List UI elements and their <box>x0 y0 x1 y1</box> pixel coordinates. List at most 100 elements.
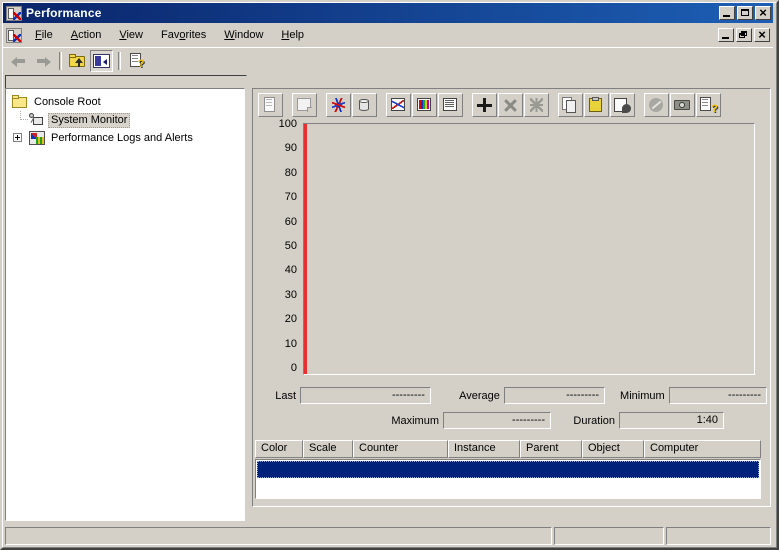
camera-icon <box>674 97 691 113</box>
copy-properties-button[interactable] <box>558 93 583 117</box>
perf-help-button[interactable] <box>696 93 721 117</box>
window-minimize-button[interactable] <box>719 6 735 20</box>
system-monitor-icon <box>28 112 46 128</box>
legend-column-header[interactable]: Object <box>582 440 644 458</box>
y-axis-tick: 30 <box>284 288 297 301</box>
view-report-button[interactable] <box>438 93 463 117</box>
tree-item-system-monitor[interactable]: System Monitor <box>11 111 244 129</box>
menu-file[interactable]: File <box>26 27 62 43</box>
window-caption-buttons <box>719 5 771 20</box>
forward-button[interactable] <box>31 50 54 72</box>
console-tree-pane[interactable]: Console Root System Monitor Performance … <box>5 88 245 521</box>
copy-icon <box>562 97 579 113</box>
properties-icon <box>614 97 631 113</box>
window-title: Performance <box>26 6 102 20</box>
window-close-button[interactable] <box>755 5 771 20</box>
workspace: Console Root System Monitor Performance … <box>5 75 771 525</box>
paste-counter-list-button[interactable] <box>584 93 609 117</box>
graph-plot-area[interactable] <box>303 123 755 375</box>
legend-column-header[interactable]: Color <box>255 440 303 458</box>
toolbar-separator-1 <box>59 51 62 70</box>
performance-monitor-window: Performance File Action View Favorites W… <box>0 0 779 550</box>
mmc-child-icon[interactable] <box>6 27 22 43</box>
freeze-display-button[interactable] <box>644 93 669 117</box>
new-counter-set-icon <box>262 97 279 113</box>
graph-plot-inner <box>304 124 754 374</box>
legend-body[interactable] <box>255 459 761 499</box>
legend-column-header[interactable]: Parent <box>520 440 582 458</box>
child-close-button[interactable] <box>754 27 770 42</box>
show-hide-console-tree-button[interactable] <box>90 49 113 72</box>
add-counters-button[interactable] <box>472 93 497 117</box>
up-one-level-button[interactable] <box>66 50 89 72</box>
menu-bar: File Action View Favorites Window Help <box>3 24 773 46</box>
system-monitor-toolbar <box>255 91 767 119</box>
view-current-activity-button[interactable] <box>326 93 351 117</box>
statistics-row-1: Last --------- Average --------- Minimum… <box>255 386 767 405</box>
y-axis-tick: 20 <box>284 313 297 326</box>
menu-favorites[interactable]: Favorites <box>152 27 215 43</box>
menu-file-label-rest: ile <box>41 29 53 41</box>
new-counter-set-button[interactable] <box>258 93 283 117</box>
tree-line-horizontal <box>21 119 28 120</box>
y-axis-tick: 0 <box>290 362 297 374</box>
legend-counter-row[interactable] <box>257 461 759 478</box>
delete-counter-button[interactable] <box>498 93 523 117</box>
mmc-console-icon <box>6 5 22 21</box>
performance-graph: 100 90 80 70 60 50 40 30 20 10 0 <box>255 118 767 384</box>
highlight-icon <box>528 97 545 113</box>
menu-items: File Action View Favorites Window Help <box>26 27 313 43</box>
view-graph-icon <box>390 97 407 113</box>
legend-column-header[interactable]: Computer <box>644 440 761 458</box>
view-report-icon <box>442 97 459 113</box>
menu-help[interactable]: Help <box>272 27 313 43</box>
console-tree-list: Console Root System Monitor Performance … <box>6 89 244 147</box>
last-label: Last <box>275 389 296 402</box>
perf-toolbar-gap-3 <box>378 95 386 115</box>
menu-view-label-rest: iew <box>126 29 143 41</box>
tree-item-console-root[interactable]: Console Root <box>11 93 244 111</box>
legend-column-header[interactable]: Instance <box>448 440 520 458</box>
y-axis-tick: 100 <box>278 118 297 130</box>
tree-item-performance-logs-and-alerts[interactable]: Performance Logs and Alerts <box>11 129 244 147</box>
perf-toolbar-gap-2 <box>318 95 326 115</box>
clear-display-icon <box>296 97 313 113</box>
tree-item-label: Console Root <box>34 95 101 108</box>
update-data-button[interactable] <box>670 93 695 117</box>
status-pane-main <box>5 527 552 545</box>
duration-label: Duration <box>573 414 615 427</box>
arrow-left-icon <box>10 55 27 67</box>
properties-button[interactable] <box>610 93 635 117</box>
menu-action[interactable]: Action <box>62 27 111 43</box>
statistics-row-2: Maximum --------- Duration 1:40 <box>255 411 767 430</box>
view-graph-button[interactable] <box>386 93 411 117</box>
highlight-button[interactable] <box>524 93 549 117</box>
child-restore-button[interactable] <box>736 28 752 42</box>
tree-indent <box>11 111 28 129</box>
clear-display-button[interactable] <box>292 93 317 117</box>
legend-column-header[interactable]: Scale <box>303 440 353 458</box>
maximum-label: Maximum <box>391 414 439 427</box>
view-current-activity-icon <box>330 97 347 113</box>
counter-statistics: Last --------- Average --------- Minimum… <box>255 386 767 432</box>
window-maximize-button[interactable] <box>737 6 753 20</box>
menu-favorites-label-b: rites <box>185 29 207 41</box>
tree-item-label: Performance Logs and Alerts <box>51 131 193 144</box>
y-axis-tick: 60 <box>284 215 297 228</box>
perf-toolbar-gap-5 <box>550 95 558 115</box>
average-label: Average <box>459 389 500 402</box>
legend-column-header[interactable]: Counter <box>353 440 448 458</box>
navigation-toolbar <box>3 47 773 73</box>
menu-view[interactable]: View <box>110 27 152 43</box>
back-button[interactable] <box>7 50 30 72</box>
view-histogram-button[interactable] <box>412 93 437 117</box>
view-log-data-button[interactable] <box>352 93 377 117</box>
child-minimize-button[interactable] <box>718 28 734 42</box>
nav-help-button[interactable] <box>125 50 148 72</box>
view-log-data-icon <box>356 97 373 113</box>
tree-expander-plus-icon[interactable] <box>13 133 22 142</box>
plus-icon <box>476 97 493 113</box>
menu-window[interactable]: Window <box>215 27 272 43</box>
average-value: --------- <box>503 387 606 404</box>
system-monitor-detail-pane: 1009080706050403020100 Last --------- Av… <box>252 88 771 521</box>
